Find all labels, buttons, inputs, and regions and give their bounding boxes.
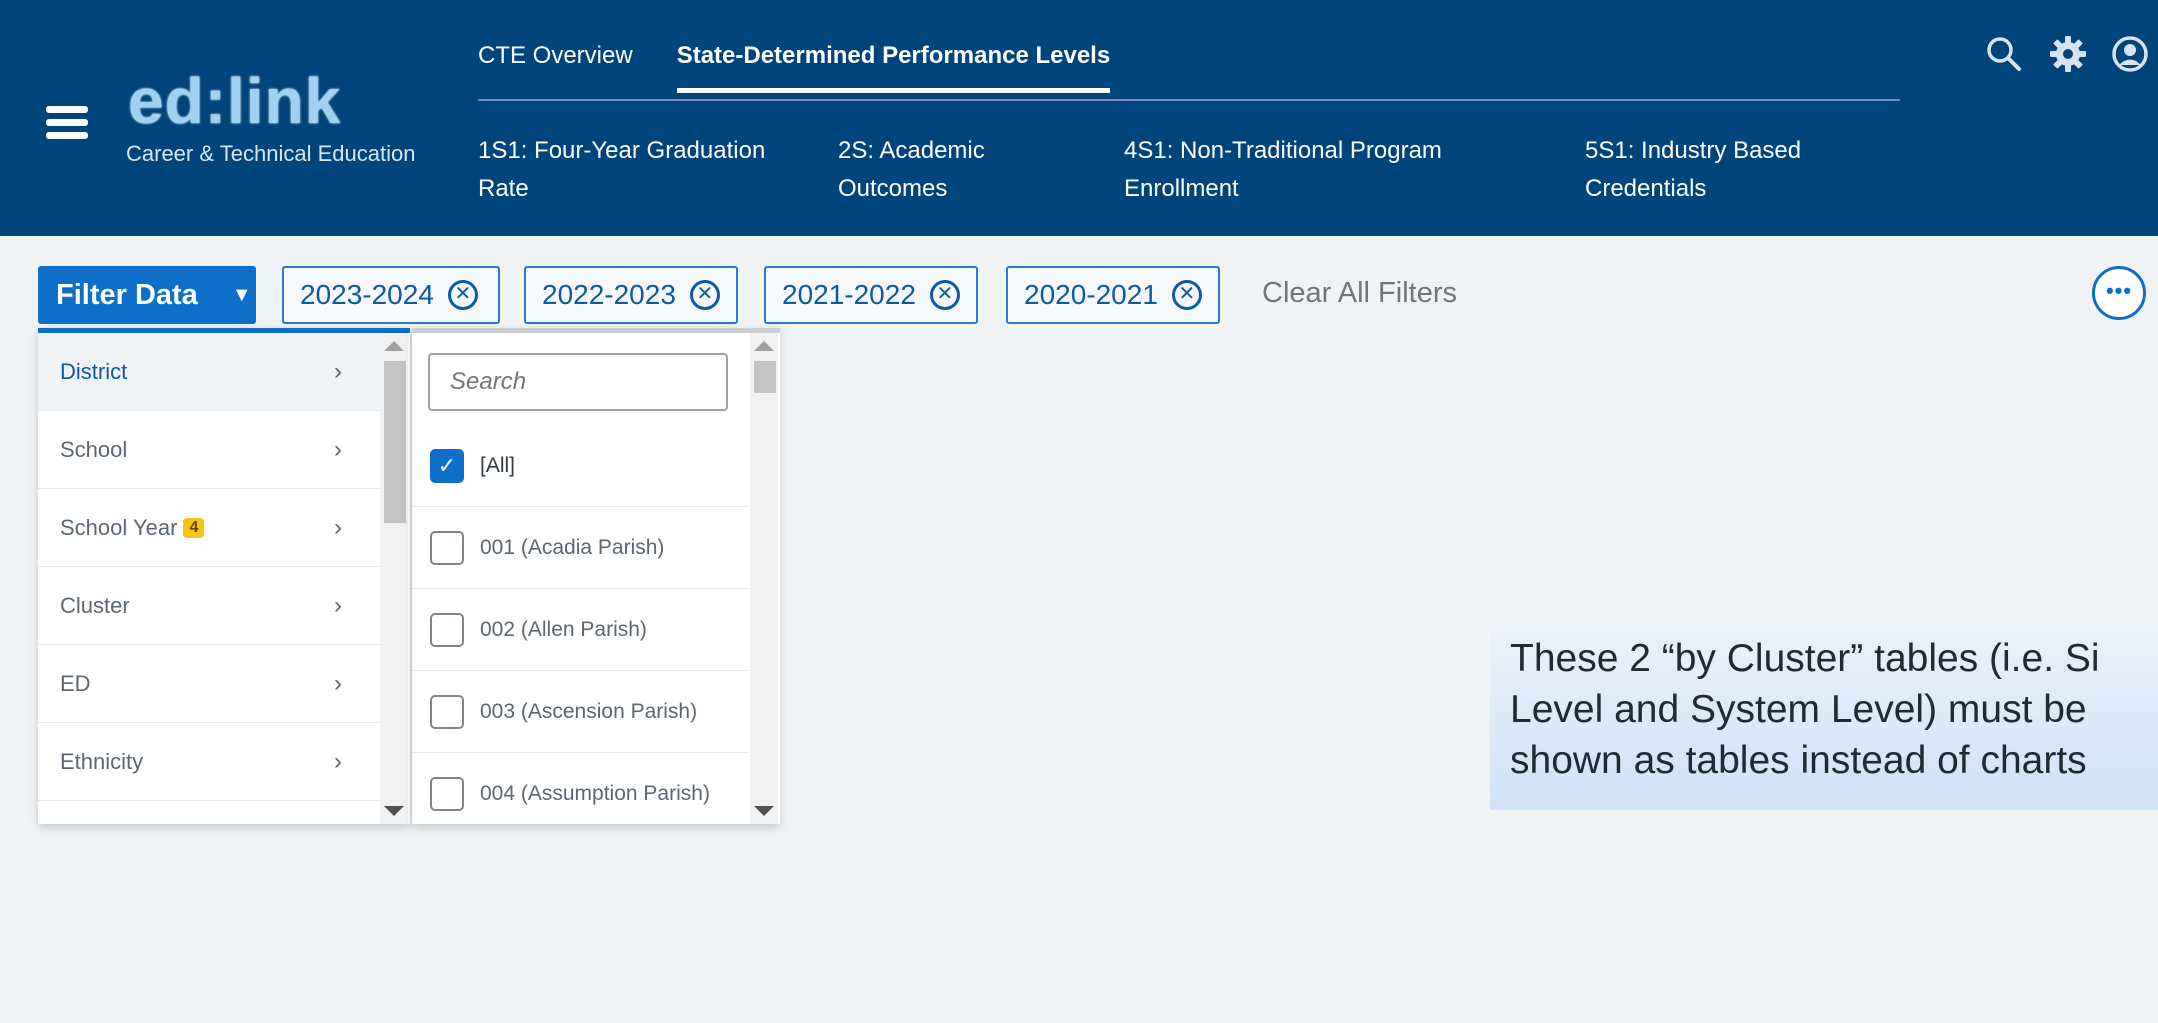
- filter-chip-2021-2022[interactable]: 2021-2022 ✕: [764, 266, 978, 324]
- option-label: 004 (Assumption Parish): [480, 781, 710, 805]
- chevron-right-icon: ›: [334, 435, 342, 463]
- subtab-4s1-non-traditional-enrollment[interactable]: 4S1: Non-Traditional Program Enrollment: [1124, 132, 1442, 208]
- category-district[interactable]: District ›: [38, 333, 380, 411]
- subtab-2s-academic-outcomes[interactable]: 2S: Academic Outcomes: [838, 132, 985, 208]
- scroll-thumb[interactable]: [754, 361, 776, 393]
- filter-chip-2020-2021[interactable]: 2020-2021 ✕: [1006, 266, 1220, 324]
- option-003-ascension-parish[interactable]: 003 (Ascension Parish): [412, 671, 748, 753]
- checkbox-icon[interactable]: [430, 694, 464, 729]
- category-label: ED: [60, 670, 91, 696]
- filter-data-label: Filter Data: [56, 278, 198, 311]
- hamburger-menu-icon[interactable]: [46, 106, 88, 140]
- subtab-label-line2: Enrollment: [1124, 175, 1239, 202]
- checkbox-icon[interactable]: [430, 530, 464, 565]
- category-ethnicity[interactable]: Ethnicity ›: [38, 723, 380, 801]
- category-cluster[interactable]: Cluster ›: [38, 567, 380, 645]
- subtab-label-line2: Outcomes: [838, 175, 948, 202]
- subtab-5s1-industry-credentials[interactable]: 5S1: Industry Based Credentials: [1585, 132, 1801, 208]
- subtab-label-line1: 4S1: Non-Traditional Program: [1124, 137, 1442, 164]
- filter-chip-2023-2024[interactable]: 2023-2024 ✕: [282, 266, 500, 324]
- more-options-button[interactable]: •••: [2092, 266, 2146, 320]
- tab-cte-overview[interactable]: CTE Overview: [478, 42, 633, 93]
- scroll-thumb[interactable]: [384, 361, 406, 523]
- chip-label: 2023-2024: [300, 279, 434, 310]
- scroll-up-arrow-icon[interactable]: [384, 341, 404, 351]
- edlink-logo: ed:link: [128, 65, 342, 137]
- remove-chip-icon[interactable]: ✕: [447, 280, 478, 310]
- app-subtitle: Career & Technical Education: [126, 141, 416, 166]
- option-label: 002 (Allen Parish): [480, 617, 647, 641]
- gear-icon[interactable]: [2048, 34, 2088, 74]
- nav-divider: [478, 99, 1900, 101]
- annotation-line: Level and System Level) must be: [1510, 688, 2087, 731]
- subtab-label-line1: 5S1: Industry Based: [1585, 137, 1802, 164]
- option-label: 003 (Ascension Parish): [480, 699, 698, 723]
- category-school[interactable]: School ›: [38, 411, 380, 489]
- category-ed[interactable]: ED ›: [38, 645, 380, 723]
- chevron-right-icon: ›: [334, 357, 342, 385]
- app-screen: ed:link Career & Technical Education CTE…: [0, 0, 2158, 1023]
- remove-chip-icon[interactable]: ✕: [1171, 280, 1202, 310]
- main-nav: CTE Overview State-Determined Performanc…: [478, 42, 1111, 93]
- options-scrollbar[interactable]: [750, 333, 778, 824]
- checkbox-checked-icon[interactable]: ✓: [430, 448, 464, 483]
- chip-label: 2021-2022: [782, 279, 916, 310]
- filter-options-panel: ✓ [All] 001 (Acadia Parish) 002 (Allen P…: [412, 328, 780, 824]
- category-school-year[interactable]: School Year 4 ›: [38, 489, 380, 567]
- subtab-1s1-graduation-rate[interactable]: 1S1: Four-Year Graduation Rate: [478, 132, 765, 208]
- search-icon[interactable]: [1984, 34, 2024, 74]
- category-scrollbar[interactable]: [380, 333, 408, 824]
- subtab-label-line2: Rate: [478, 175, 529, 202]
- option-001-acadia-parish[interactable]: 001 (Acadia Parish): [412, 507, 748, 589]
- scroll-down-arrow-icon[interactable]: [384, 806, 404, 816]
- annotation-line: These 2 “by Cluster” tables (i.e. Si: [1510, 637, 2100, 680]
- account-icon[interactable]: [2110, 34, 2150, 74]
- tab-state-determined-performance-levels[interactable]: State-Determined Performance Levels: [676, 42, 1111, 93]
- category-label: School Year: [60, 514, 178, 540]
- chevron-right-icon: ›: [334, 747, 342, 775]
- remove-chip-icon[interactable]: ✕: [929, 280, 960, 310]
- option-label: 001 (Acadia Parish): [480, 535, 665, 559]
- checkbox-icon[interactable]: [430, 776, 464, 811]
- clear-all-filters-link[interactable]: Clear All Filters: [1262, 277, 1457, 310]
- option-004-assumption-parish[interactable]: 004 (Assumption Parish): [412, 753, 748, 824]
- chevron-right-icon: ›: [334, 513, 342, 541]
- category-label: Ethnicity: [60, 748, 144, 774]
- scroll-up-arrow-icon[interactable]: [754, 341, 774, 351]
- annotation-callout: These 2 “by Cluster” tables (i.e. Si Lev…: [1490, 623, 2158, 810]
- chevron-right-icon: ›: [334, 591, 342, 619]
- subtab-label-line2: Credentials: [1585, 175, 1707, 202]
- chevron-right-icon: ›: [334, 669, 342, 697]
- search-input[interactable]: [428, 353, 728, 411]
- chip-label: 2022-2023: [542, 279, 676, 310]
- caret-down-icon: ▼: [231, 283, 252, 306]
- category-label: District: [60, 358, 128, 384]
- filter-data-button[interactable]: Filter Data ▼: [38, 266, 256, 324]
- subtab-label-line1: 2S: Academic: [838, 137, 985, 164]
- filter-category-panel: District › School › School Year 4 › Clus…: [38, 328, 410, 824]
- scroll-down-arrow-icon[interactable]: [754, 806, 774, 816]
- subtab-label-line1: 1S1: Four-Year Graduation: [478, 137, 766, 164]
- app-header: ed:link Career & Technical Education CTE…: [0, 0, 2158, 236]
- option-label: [All]: [480, 453, 516, 477]
- option-002-allen-parish[interactable]: 002 (Allen Parish): [412, 589, 748, 671]
- selection-count-badge: 4: [183, 517, 205, 538]
- annotation-line: shown as tables instead of charts: [1510, 739, 2087, 782]
- category-label: School: [60, 436, 128, 462]
- category-label: Cluster: [60, 592, 130, 618]
- checkbox-icon[interactable]: [430, 612, 464, 647]
- chip-label: 2020-2021: [1024, 279, 1158, 310]
- filter-chip-2022-2023[interactable]: 2022-2023 ✕: [524, 266, 738, 324]
- remove-chip-icon[interactable]: ✕: [689, 280, 720, 310]
- option-all[interactable]: ✓ [All]: [412, 425, 748, 507]
